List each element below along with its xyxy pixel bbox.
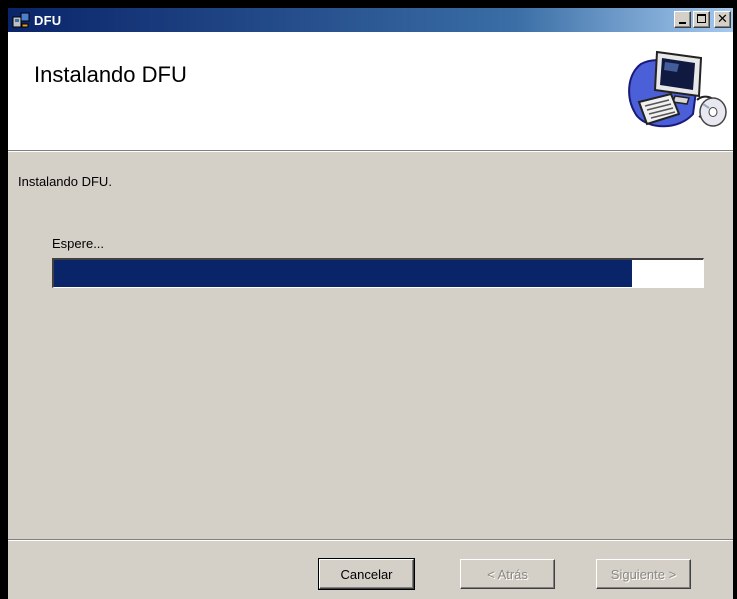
progress-label: Espere... (52, 236, 105, 251)
footer-divider (8, 539, 733, 541)
header-banner: Instalando DFU (8, 32, 733, 151)
content-area: Instalando DFU. Espere... (8, 152, 733, 539)
window-controls: ✕ (674, 11, 731, 28)
computer-setup-icon (619, 44, 729, 134)
status-message: Instalando DFU. (18, 174, 112, 189)
installer-window: DFU ✕ Instalando DFU Instalando DFU. Esp… (0, 0, 737, 599)
minimize-button[interactable] (674, 11, 691, 28)
title-bar[interactable]: DFU ✕ (8, 8, 733, 32)
maximize-icon (697, 14, 706, 23)
next-button[interactable]: Siguiente > (596, 559, 691, 589)
close-button[interactable]: ✕ (714, 11, 731, 28)
cancel-button[interactable]: Cancelar (318, 558, 415, 590)
progress-bar (52, 258, 704, 288)
maximize-button[interactable] (693, 11, 710, 28)
progress-bar-fill (54, 260, 632, 287)
window-title: DFU (34, 12, 62, 28)
back-button[interactable]: < Atrás (460, 559, 555, 589)
page-title: Instalando DFU (34, 62, 187, 87)
close-icon: ✕ (717, 12, 728, 27)
installer-icon[interactable] (12, 11, 30, 29)
minimize-icon (679, 22, 686, 24)
